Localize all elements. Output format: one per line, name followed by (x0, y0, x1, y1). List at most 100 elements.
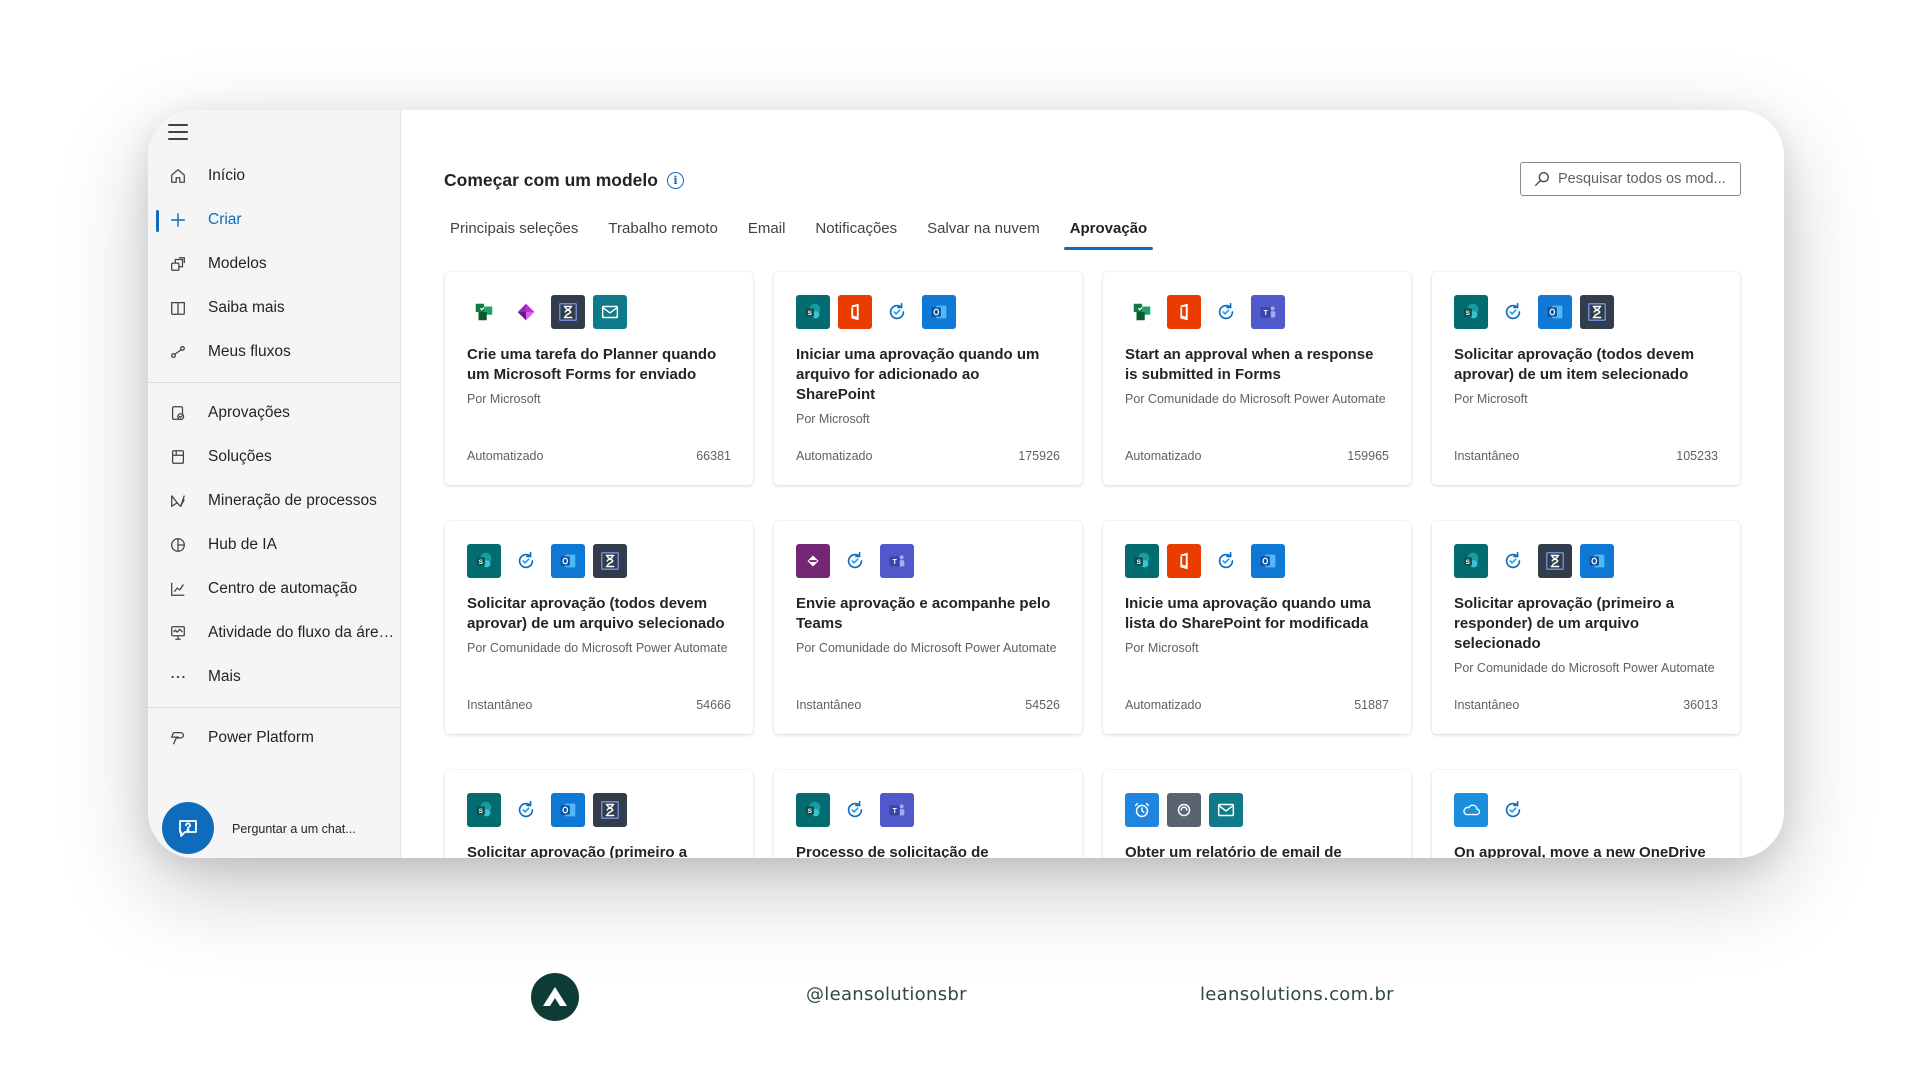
tab-aprovacao[interactable]: Aprovação (1063, 214, 1154, 250)
sidebar-item-label: Criar (208, 211, 242, 228)
card-title: Obter um relatório de email de (1125, 844, 1342, 858)
info-icon[interactable]: i (666, 172, 684, 189)
template-card[interactable]: Obter um relatório de email de (1103, 770, 1411, 858)
connector-icons (1454, 793, 1718, 827)
tab-trabalho-remoto[interactable]: Trabalho remoto (602, 214, 724, 250)
outlook-icon (1251, 544, 1285, 578)
svg-text:S: S (479, 808, 484, 815)
sharepoint-icon: S (796, 793, 830, 827)
sidebar-item-modelos[interactable]: Modelos (148, 242, 400, 286)
mail-icon (1209, 793, 1243, 827)
sidebar-item-inicio[interactable]: Início (148, 154, 400, 198)
connector-icons: ST (796, 793, 1060, 827)
sidebar-item-label: Meus fluxos (208, 343, 291, 360)
card-type: Instantâneo (1454, 698, 1520, 712)
chat-button[interactable] (162, 802, 214, 854)
connector-icons: S (1454, 295, 1718, 329)
power-apps-icon (796, 544, 830, 578)
solutions-icon (168, 447, 188, 467)
sidebar-item-solucoes[interactable]: Soluções (148, 435, 400, 479)
approvals-refresh-icon (509, 793, 543, 827)
svg-text:S: S (808, 808, 813, 815)
tab-email[interactable]: Email (742, 214, 792, 250)
sidebar-item-saiba-mais[interactable]: Saiba mais (148, 286, 400, 330)
card-usage-count: 66381 (696, 449, 731, 463)
template-card[interactable]: ST Processo de solicitação de aprovação (774, 770, 1082, 858)
lean-solutions-logo (531, 973, 579, 1021)
more-icon (168, 667, 188, 687)
template-card[interactable]: S Iniciar uma aprovação quando um arquivo… (774, 272, 1082, 485)
sidebar-item-label: Saiba mais (208, 299, 285, 316)
sidebar-item-mineracao-de-processos[interactable]: Mineração de processos (148, 479, 400, 523)
sidebar-item-hub-de-ia[interactable]: Hub de IA (148, 523, 400, 567)
card-footer: Automatizado 66381 (467, 449, 731, 463)
sidebar-item-aprovacoes[interactable]: Aprovações (148, 391, 400, 435)
template-card[interactable]: S Solicitar aprovação (todos devem aprova… (445, 521, 753, 734)
approvals-icon (593, 544, 627, 578)
sidebar-item-label: Power Platform (208, 729, 314, 746)
planner-icon (467, 295, 501, 329)
sidebar-item-centro-de-automacao[interactable]: Centro de automação (148, 567, 400, 611)
outlook-icon (1580, 544, 1614, 578)
outlook-icon (922, 295, 956, 329)
sharepoint-icon: S (1125, 544, 1159, 578)
card-type: Instantâneo (1454, 449, 1520, 463)
template-card[interactable]: On approval, move a new OneDrive (1432, 770, 1740, 858)
planner-icon (1125, 295, 1159, 329)
search-input[interactable]: Pesquisar todos os mod... (1520, 162, 1741, 196)
card-footer: Automatizado 159965 (1125, 449, 1389, 463)
svg-text:S: S (1466, 310, 1471, 317)
data-operations-icon (1167, 793, 1201, 827)
connector-icons (1125, 793, 1389, 827)
approvals-refresh-icon (1496, 544, 1530, 578)
card-footer: Instantâneo 54666 (467, 698, 731, 712)
card-footer: Instantâneo 105233 (1454, 449, 1718, 463)
svg-text:S: S (479, 559, 484, 566)
chat-label[interactable]: Perguntar a um chat... (232, 822, 356, 836)
card-footer: Instantâneo 54526 (796, 698, 1060, 712)
template-card[interactable]: S Solicitar aprovação (todos devem aprova… (1432, 272, 1740, 485)
sidebar-item-atividade-do-fluxo-da-area[interactable]: Atividade do fluxo da área... (148, 611, 400, 655)
sidebar-item-meus-fluxos[interactable]: Meus fluxos (148, 330, 400, 374)
card-author: Por Microsoft (1125, 641, 1199, 655)
approvals-icon (168, 403, 188, 423)
template-card[interactable]: T Envie aprovação e acompanhe pelo Teams P… (774, 521, 1082, 734)
approvals-refresh-icon (1209, 295, 1243, 329)
automation-center-icon (168, 579, 188, 599)
connector-icons: S (1454, 544, 1718, 578)
template-grid: Crie uma tarefa do Planner quando um Mic… (445, 272, 1740, 858)
card-usage-count: 175926 (1018, 449, 1060, 463)
card-author: Por Comunidade do Microsoft Power Automa… (1454, 661, 1715, 675)
connector-icons: T (796, 544, 1060, 578)
template-card[interactable]: S Solicitar aprovação (primeiro a respond… (1432, 521, 1740, 734)
approvals-refresh-icon (1209, 544, 1243, 578)
website-url: leansolutions.com.br (1200, 984, 1394, 1005)
template-card[interactable]: T Start an approval when a response is su… (1103, 272, 1411, 485)
card-title: On approval, move a new OneDrive (1454, 844, 1706, 858)
tab-salvar-na-nuvem[interactable]: Salvar na nuvem (921, 214, 1046, 250)
sidebar-divider (148, 382, 400, 383)
template-card[interactable]: S Solicitar aprovação (primeiro a (445, 770, 753, 858)
approvals-refresh-icon (509, 544, 543, 578)
card-type: Automatizado (1125, 449, 1202, 463)
connector-icons: S (1125, 544, 1389, 578)
tab-notificacoes[interactable]: Notificações (809, 214, 903, 250)
svg-text:S: S (1466, 559, 1471, 566)
chat-question-icon (179, 820, 197, 837)
sidebar-item-label: Mineração de processos (208, 492, 377, 509)
card-title: Processo de solicitação de aprovação (796, 844, 989, 858)
sidebar-item-label: Início (208, 167, 246, 184)
card-title: Crie uma tarefa do Planner quando um Mic… (467, 346, 717, 383)
tab-principais-selecoes[interactable]: Principais seleções (444, 214, 584, 250)
sidebar-item-criar[interactable]: Criar (148, 198, 400, 242)
template-card[interactable]: Crie uma tarefa do Planner quando um Mic… (445, 272, 753, 485)
card-usage-count: 54666 (696, 698, 731, 712)
page-title: Começar com um modelo i (444, 170, 684, 191)
sidebar-item-mais[interactable]: Mais (148, 655, 400, 699)
card-title: Start an approval when a response is sub… (1125, 346, 1374, 383)
hamburger-menu-icon[interactable] (168, 124, 188, 140)
sidebar-item-power-platform[interactable]: Power Platform (148, 716, 400, 760)
card-usage-count: 54526 (1025, 698, 1060, 712)
card-author: Por Microsoft (796, 412, 870, 426)
template-card[interactable]: S Inicie uma aprovação quando uma lista d… (1103, 521, 1411, 734)
